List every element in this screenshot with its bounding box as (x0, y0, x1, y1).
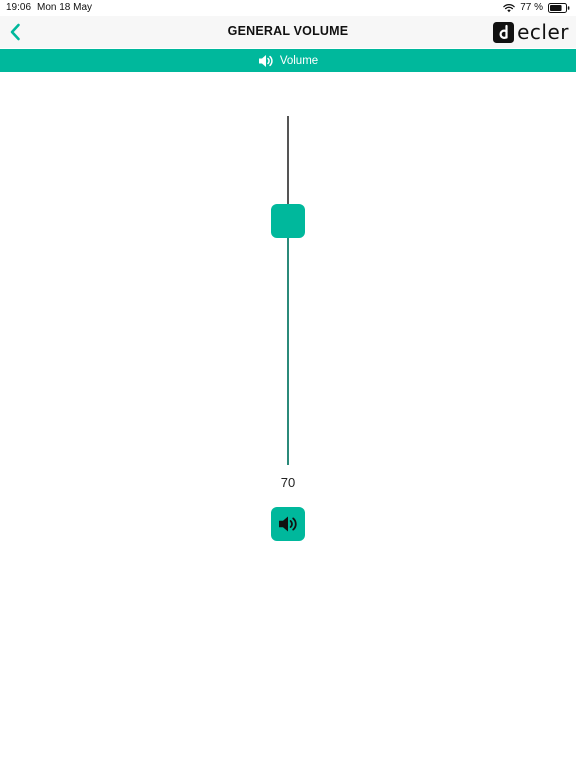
battery-percent: 77 % (520, 2, 543, 13)
slider-thumb[interactable] (271, 203, 305, 238)
page-title: GENERAL VOLUME (227, 24, 349, 38)
status-bar: 19:06 Mon 18 May 77 % (0, 0, 576, 16)
status-time: 19:06 (6, 2, 32, 13)
navigation-bar: GENERAL VOLUME ecler (0, 16, 576, 48)
tab-volume[interactable]: Volume (0, 49, 576, 72)
ecler-logo-icon (493, 21, 515, 43)
volume-slider[interactable] (270, 116, 306, 465)
wifi-icon (503, 4, 515, 13)
slider-fill (287, 220, 289, 465)
speaker-icon (258, 54, 273, 67)
battery-icon (548, 3, 570, 13)
brand-name: ecler (517, 20, 569, 44)
tab-volume-label: Volume (279, 54, 319, 67)
speaker-icon (279, 516, 297, 532)
volume-value: 70 (280, 475, 296, 490)
mute-button[interactable] (271, 507, 305, 541)
status-indicators: 77 % (503, 0, 570, 16)
status-date: Mon 18 May (37, 2, 93, 13)
brand-logo: ecler (493, 21, 569, 43)
